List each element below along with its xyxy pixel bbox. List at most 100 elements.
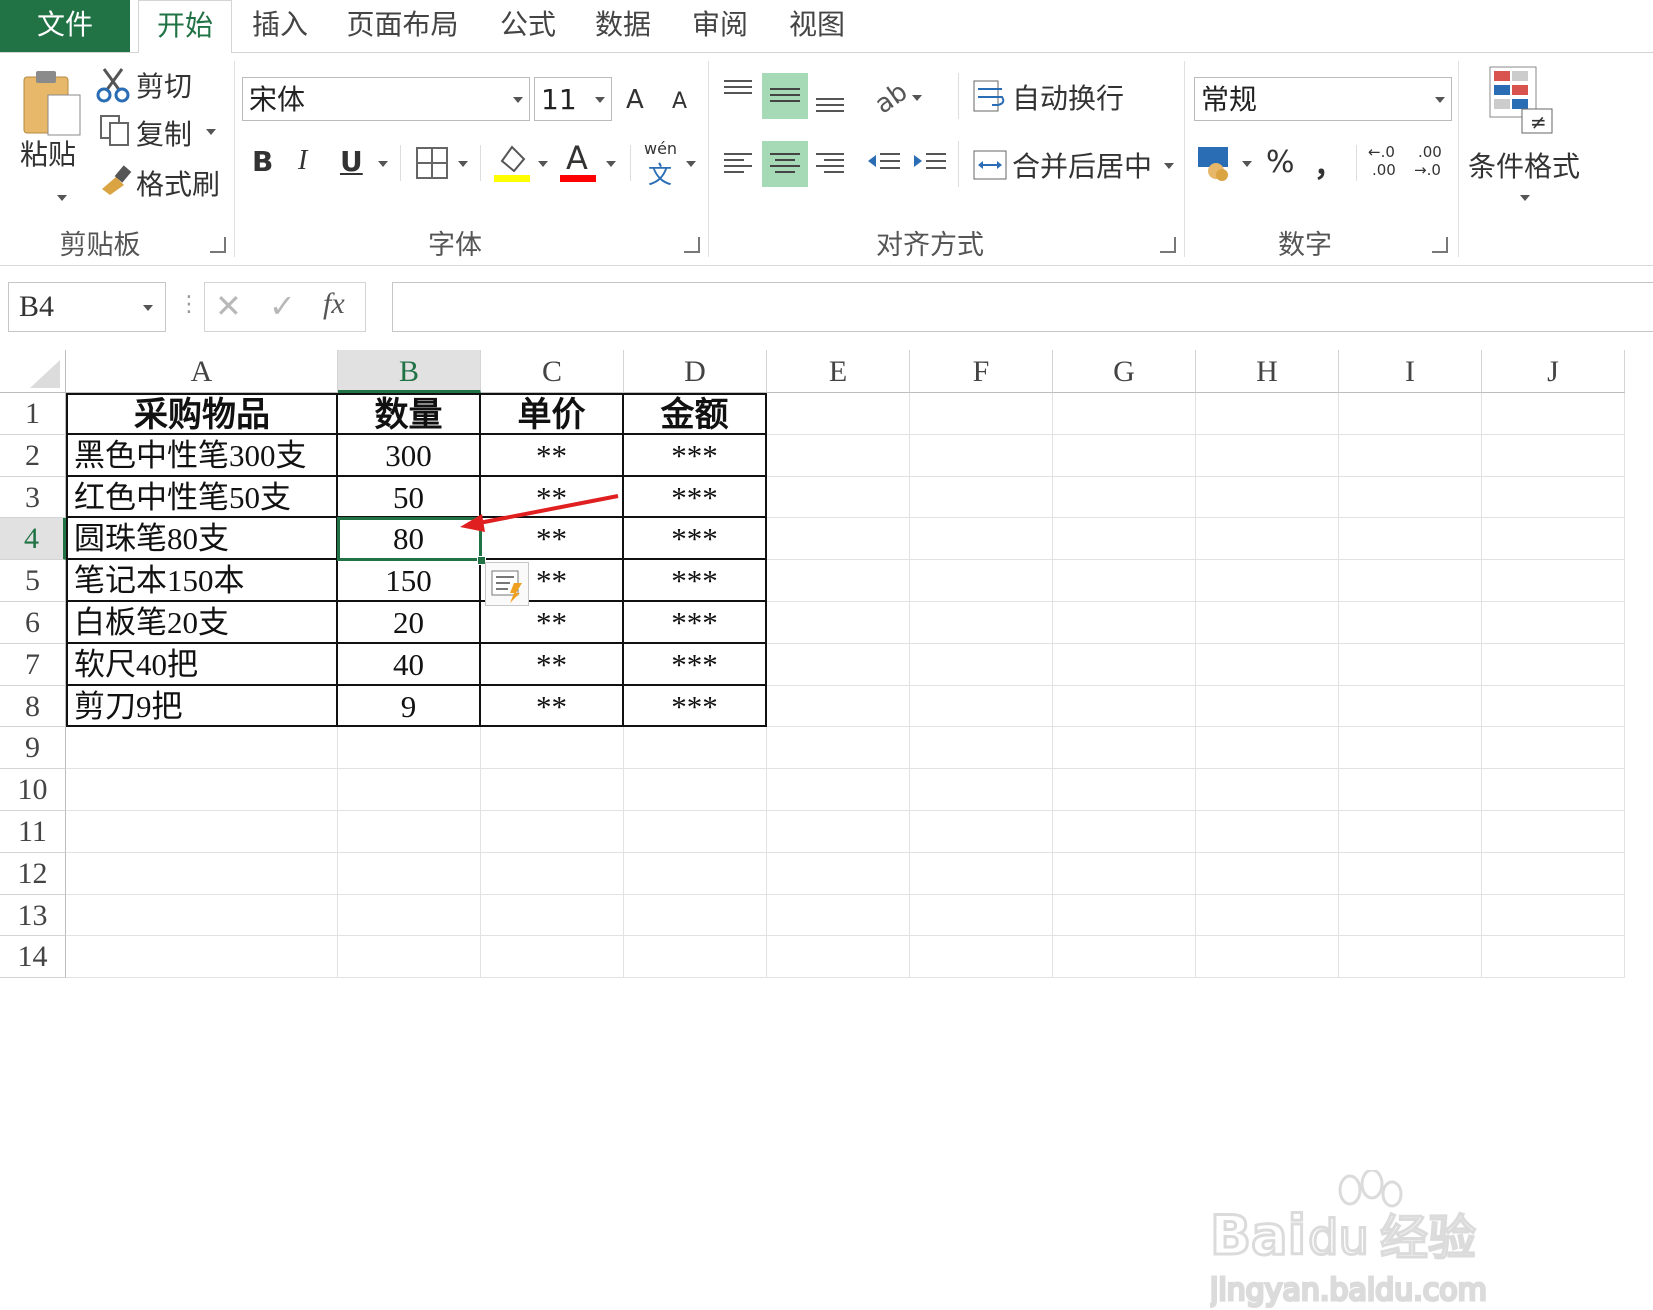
accounting-format-icon[interactable] (1196, 143, 1236, 183)
cell-j2[interactable] (1482, 434, 1625, 477)
cell-j6[interactable] (1482, 602, 1625, 644)
cell-i8[interactable] (1339, 685, 1482, 728)
cell-j3[interactable] (1482, 476, 1625, 519)
cell-f14[interactable] (910, 936, 1053, 979)
accounting-dropdown-icon[interactable] (1242, 161, 1252, 167)
cell-b2[interactable]: 300 (338, 434, 481, 477)
cell-a14[interactable] (66, 936, 338, 979)
cell-b10[interactable] (338, 769, 481, 811)
tab-page-layout[interactable]: 页面布局 (335, 0, 470, 52)
cell-b6[interactable]: 20 (338, 602, 481, 644)
cell-e3[interactable] (767, 476, 910, 519)
cell-f4[interactable] (910, 518, 1053, 561)
cell-a7[interactable]: 软尺40把 (66, 643, 338, 686)
cell-a8[interactable]: 剪刀9把 (66, 685, 338, 728)
cell-j9[interactable] (1482, 727, 1625, 770)
cell-c6[interactable]: ** (481, 602, 624, 644)
select-all-button[interactable] (0, 350, 66, 393)
underline-button[interactable]: U (340, 145, 363, 178)
cell-a12[interactable] (66, 852, 338, 895)
cell-j14[interactable] (1482, 936, 1625, 979)
cell-g14[interactable] (1053, 936, 1196, 979)
cell-h6[interactable] (1196, 602, 1339, 644)
cell-e1[interactable] (767, 393, 910, 435)
cell-i3[interactable] (1339, 476, 1482, 519)
fill-color-dropdown-icon[interactable] (538, 161, 548, 167)
cell-d10[interactable] (624, 769, 767, 811)
column-header-e[interactable]: E (767, 350, 910, 393)
align-center-button[interactable] (762, 141, 808, 187)
cell-c12[interactable] (481, 852, 624, 895)
cell-c9[interactable] (481, 727, 624, 770)
alignment-launcher-icon[interactable] (1160, 237, 1176, 253)
cell-c13[interactable] (481, 894, 624, 937)
row-header-13[interactable]: 13 (0, 894, 66, 937)
cell-a11[interactable] (66, 811, 338, 853)
tab-data[interactable]: 数据 (583, 0, 663, 52)
cell-e4[interactable] (767, 518, 910, 561)
cell-h1[interactable] (1196, 393, 1339, 435)
row-header-11[interactable]: 11 (0, 811, 66, 853)
font-color-dropdown-icon[interactable] (606, 161, 616, 167)
cell-b7[interactable]: 40 (338, 643, 481, 686)
cell-g8[interactable] (1053, 685, 1196, 728)
cell-h8[interactable] (1196, 685, 1339, 728)
cell-h7[interactable] (1196, 643, 1339, 686)
quick-analysis-button[interactable] (485, 562, 529, 607)
cell-g5[interactable] (1053, 560, 1196, 602)
tab-insert[interactable]: 插入 (240, 0, 320, 52)
cell-j13[interactable] (1482, 894, 1625, 937)
cell-c3[interactable]: ** (481, 476, 624, 519)
cell-e6[interactable] (767, 602, 910, 644)
cell-b12[interactable] (338, 852, 481, 895)
cell-i11[interactable] (1339, 811, 1482, 853)
tab-view[interactable]: 视图 (777, 0, 857, 52)
cell-h9[interactable] (1196, 727, 1339, 770)
cell-c14[interactable] (481, 936, 624, 979)
paste-dropdown-icon[interactable] (57, 195, 67, 201)
cell-e13[interactable] (767, 894, 910, 937)
number-format-select[interactable]: 常规 (1194, 77, 1452, 121)
decrease-decimal-button[interactable]: .00 →.0 (1414, 143, 1454, 187)
row-header-12[interactable]: 12 (0, 852, 66, 895)
cell-i14[interactable] (1339, 936, 1482, 979)
tab-review[interactable]: 审阅 (680, 0, 760, 52)
conditional-dropdown-icon[interactable] (1520, 195, 1530, 201)
comma-style-button[interactable]: ， (1314, 141, 1344, 185)
cell-f9[interactable] (910, 727, 1053, 770)
cell-h12[interactable] (1196, 852, 1339, 895)
cell-d8[interactable]: *** (624, 685, 767, 728)
cell-g6[interactable] (1053, 602, 1196, 644)
borders-icon[interactable] (414, 145, 450, 181)
grow-font-button[interactable]: A (626, 85, 644, 115)
row-header-1[interactable]: 1 (0, 393, 66, 435)
format-painter-button[interactable]: 格式刷 (96, 159, 226, 201)
phonetic-dropdown-icon[interactable] (686, 161, 696, 167)
cell-a3[interactable]: 红色中性笔50支 (66, 476, 338, 519)
cell-h2[interactable] (1196, 434, 1339, 477)
column-header-g[interactable]: G (1053, 350, 1196, 393)
cell-f7[interactable] (910, 643, 1053, 686)
shrink-font-button[interactable]: A (672, 89, 687, 114)
tab-home[interactable]: 开始 (138, 0, 232, 54)
orientation-icon[interactable]: ab (870, 79, 910, 115)
font-launcher-icon[interactable] (684, 237, 700, 253)
increase-decimal-button[interactable]: ←.0 .00 (1368, 143, 1408, 187)
copy-button[interactable]: 复制 (96, 111, 226, 151)
font-name-select[interactable]: 宋体 (242, 77, 530, 121)
cell-d14[interactable] (624, 936, 767, 979)
cell-g3[interactable] (1053, 476, 1196, 519)
column-header-h[interactable]: H (1196, 350, 1339, 393)
cell-i7[interactable] (1339, 643, 1482, 686)
cell-b11[interactable] (338, 811, 481, 853)
cell-d3[interactable]: *** (624, 476, 767, 519)
font-name-dropdown-icon[interactable] (513, 97, 523, 103)
cell-i5[interactable] (1339, 560, 1482, 602)
cell-j5[interactable] (1482, 560, 1625, 602)
cell-b4[interactable]: 80 (338, 518, 481, 561)
decrease-indent-icon[interactable] (866, 149, 902, 179)
row-header-3[interactable]: 3 (0, 476, 66, 519)
cell-b3[interactable]: 50 (338, 476, 481, 519)
column-header-a[interactable]: A (66, 350, 338, 393)
cell-f11[interactable] (910, 811, 1053, 853)
